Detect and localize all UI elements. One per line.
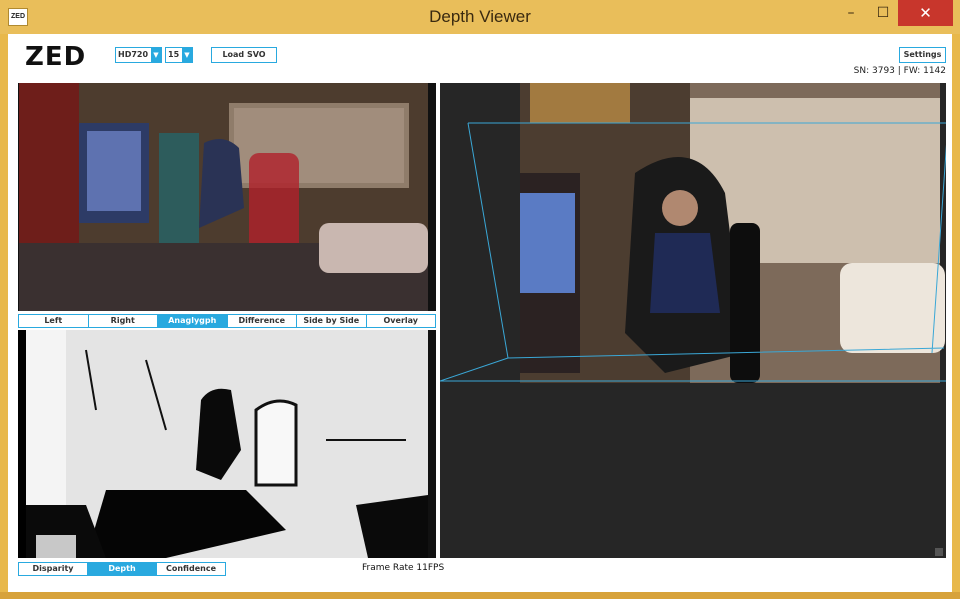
tab-depth[interactable]: Depth	[88, 563, 157, 575]
chevron-down-icon: ▼	[151, 48, 161, 62]
fps-value: 15	[168, 50, 180, 59]
tab-confidence[interactable]: Confidence	[157, 563, 225, 575]
window-title: Depth Viewer	[429, 7, 531, 26]
tab-right[interactable]: Right	[89, 315, 158, 327]
stereo-view-tabs: Left Right Anaglygph Difference Side by …	[18, 314, 436, 328]
depth-map-view	[18, 330, 436, 558]
taskbar	[0, 592, 960, 599]
tab-anaglyph[interactable]: Anaglygph	[158, 315, 228, 327]
title-bar: ZED Depth Viewer – ☐ ✕	[0, 0, 960, 34]
point-cloud-view[interactable]	[440, 83, 946, 558]
anaglyph-image	[19, 83, 428, 311]
minimize-button[interactable]: –	[836, 0, 866, 26]
maximize-button[interactable]: ☐	[868, 0, 898, 26]
chevron-down-icon: ▼	[182, 48, 192, 62]
tab-disparity[interactable]: Disparity	[19, 563, 88, 575]
resolution-value: HD720	[118, 50, 149, 59]
client-area: ZED HD720 ▼ 15 ▼ Load SVO Settings SN: 3…	[8, 34, 952, 592]
zed-logo: ZED	[25, 42, 87, 72]
stereo-view	[18, 83, 436, 311]
tab-overlay[interactable]: Overlay	[367, 315, 436, 327]
tab-side-by-side[interactable]: Side by Side	[297, 315, 367, 327]
serial-firmware-info: SN: 3793 | FW: 1142	[853, 66, 946, 76]
load-svo-button[interactable]: Load SVO	[211, 47, 277, 63]
point-cloud-image	[440, 83, 946, 558]
tab-left[interactable]: Left	[19, 315, 89, 327]
fps-select[interactable]: 15 ▼	[165, 47, 193, 63]
depth-view-tabs: Disparity Depth Confidence	[18, 562, 226, 576]
depth-map-image	[26, 330, 428, 558]
resolution-select[interactable]: HD720 ▼	[115, 47, 162, 63]
close-button[interactable]: ✕	[898, 0, 953, 26]
tab-difference[interactable]: Difference	[228, 315, 297, 327]
settings-button[interactable]: Settings	[899, 47, 946, 63]
frame-rate-label: Frame Rate 11FPS	[362, 563, 445, 573]
